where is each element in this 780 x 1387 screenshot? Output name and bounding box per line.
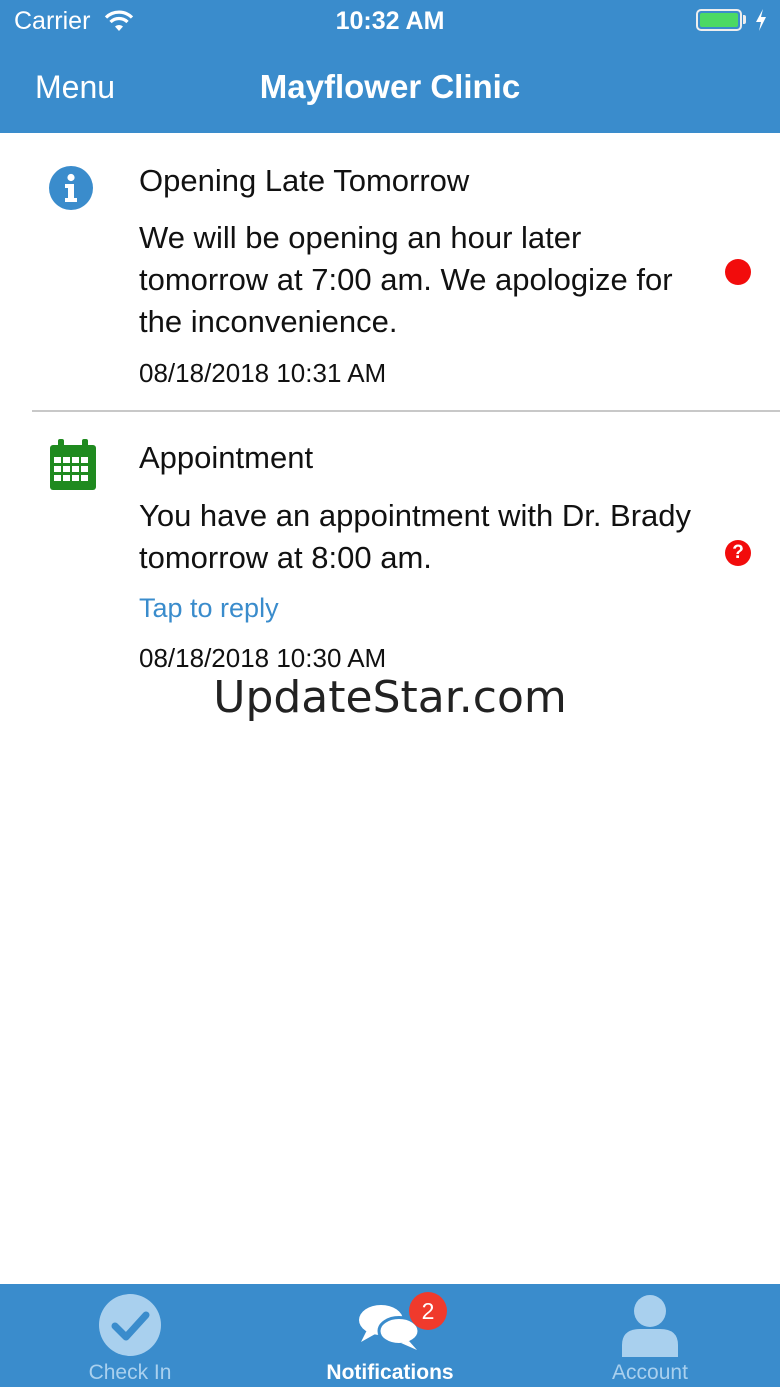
calendar-icon (48, 438, 98, 497)
tab-check-in[interactable]: Check In (0, 1284, 260, 1387)
notification-count-badge: 2 (409, 1292, 447, 1330)
notification-timestamp: 08/18/2018 10:31 AM (139, 358, 387, 388)
navigation-bar: Carrier 10:32 AM Menu Mayflower Clinic (0, 0, 780, 133)
notification-body: You have an appointment with Dr. Brady t… (139, 498, 692, 575)
chat-bubbles-icon (260, 1298, 520, 1359)
tab-label: Check In (88, 1361, 172, 1384)
watermark: UpdateStar.com (213, 672, 567, 723)
battery-nub (743, 15, 746, 24)
tab-account[interactable]: Account (520, 1284, 780, 1387)
status-bar: Carrier 10:32 AM (0, 0, 780, 44)
person-icon (520, 1293, 780, 1362)
info-icon (48, 165, 94, 216)
tab-bar: Check In Notifications Account (0, 1284, 780, 1387)
notification-body: We will be opening an hour later tomorro… (139, 220, 673, 339)
notification-title: Appointment (139, 440, 314, 475)
unread-dot (725, 259, 751, 285)
page-title: Mayflower Clinic (259, 68, 521, 105)
battery-icon (696, 9, 742, 31)
tab-notifications[interactable]: Notifications (260, 1284, 520, 1387)
notification-item[interactable]: Opening Late Tomorrow We will be opening… (0, 133, 780, 410)
tab-label: Account (612, 1361, 688, 1384)
tap-to-reply-link[interactable]: Tap to reply (139, 593, 279, 624)
check-circle-icon (0, 1293, 260, 1362)
question-icon: ? (725, 540, 751, 566)
notification-timestamp: 08/18/2018 10:30 AM (139, 643, 387, 673)
tab-label: Notifications (326, 1361, 454, 1384)
charging-icon (754, 8, 768, 37)
status-time: 10:32 AM (335, 7, 445, 35)
notification-title: Opening Late Tomorrow (139, 163, 470, 198)
notification-item[interactable]: Appointment You have an appointment with… (0, 412, 780, 692)
